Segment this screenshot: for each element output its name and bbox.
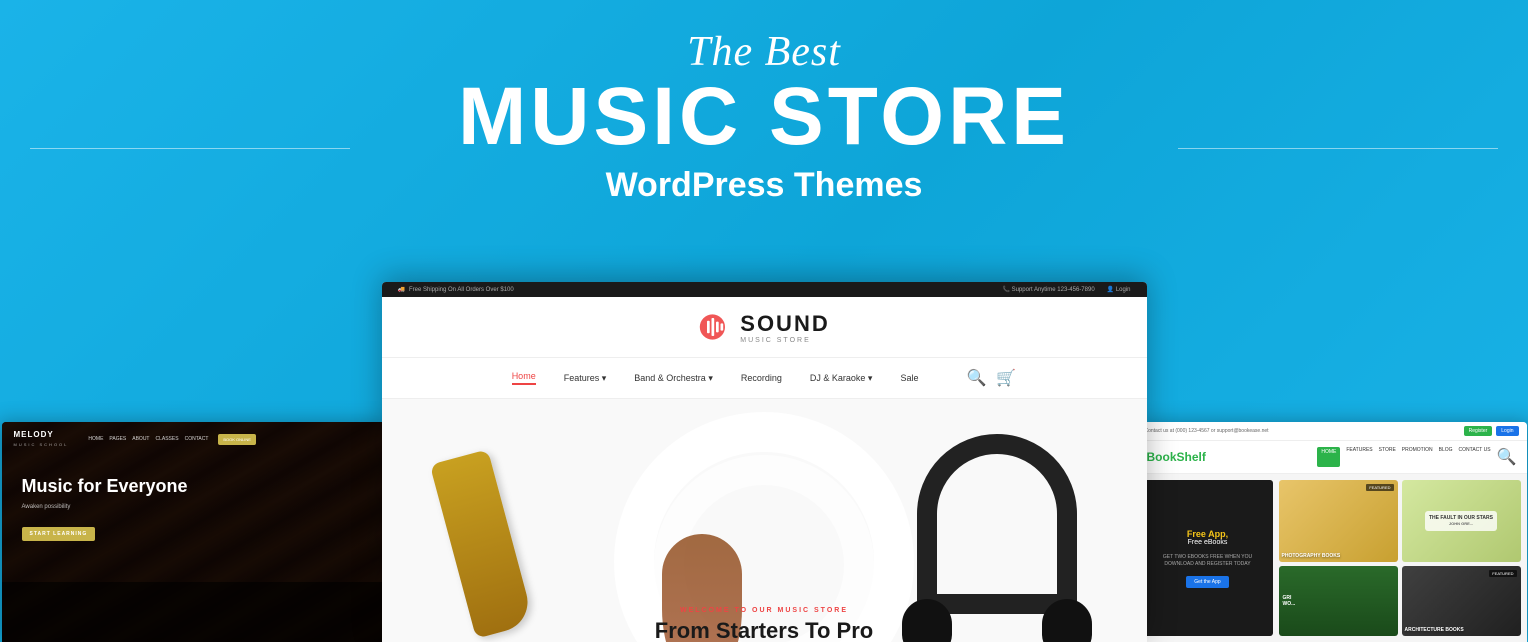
bs-book1-label: FEATURED	[1366, 484, 1393, 491]
the-best-text: The Best	[0, 28, 1528, 76]
sound-nav-home[interactable]: Home	[512, 371, 536, 385]
bs-hero-desc: GET TWO EBOOKS FREE WHEN YOU DOWNLOAD AN…	[1151, 554, 1265, 568]
melody-nav-about[interactable]: ABOUT	[132, 436, 149, 442]
bs-book1-title: PHOTOGRAPHY BOOKS	[1279, 550, 1344, 562]
bs-book3-title: ARCHITECTURE BOOKS	[1402, 624, 1467, 636]
bs-book-green-world: GRIWO...	[1279, 566, 1398, 636]
bs-search-icon[interactable]: 🔍	[1497, 447, 1517, 467]
hero-text-center: WELCOME TO OUR MUSIC STORE From Starters…	[655, 607, 873, 642]
sound-logo-text-block: SOUND MUSIC STORE	[740, 311, 829, 344]
sound-logo-subtext: MUSIC STORE	[740, 337, 829, 344]
bs-book3-label: FEATURED	[1489, 570, 1516, 577]
bookshelf-logo: BookShelf	[1147, 450, 1206, 464]
melody-nav-classes[interactable]: CLASSES	[156, 436, 179, 442]
bs-free-app-text: Free App,	[1187, 529, 1228, 539]
headphones-area	[897, 424, 1097, 642]
saxophone-shape	[429, 449, 534, 638]
sound-nav-band[interactable]: Band & Orchestra ▾	[634, 373, 713, 384]
headphone-right-cup	[1042, 599, 1092, 642]
sound-nav-features[interactable]: Features ▾	[564, 373, 607, 384]
melody-hero-content: Music for Everyone Awaken possibility ST…	[2, 456, 392, 561]
bookshelf-hero: Free App, Free eBooks GET TWO EBOOKS FRE…	[1137, 474, 1527, 642]
bs-nav-contact[interactable]: CONTACT US	[1459, 447, 1491, 467]
melody-book-button[interactable]: BOOK ONLINE	[218, 434, 256, 445]
screenshot-sound: 🚚 Free Shipping On All Orders Over $100 …	[382, 282, 1147, 642]
sound-logo-icon	[698, 309, 734, 345]
bs-nav-promotion[interactable]: PROMOTION	[1402, 447, 1433, 467]
piano-silhouette	[2, 582, 392, 642]
bs-hero-left: Free App, Free eBooks GET TWO EBOOKS FRE…	[1143, 480, 1273, 636]
topbar-shipping: Free Shipping On All Orders Over $100	[409, 287, 514, 293]
sound-topbar-right: 📞 Support Anytime 123-456-7890 👤 Login	[1002, 286, 1130, 293]
melody-hero-desc: Awaken possibility	[22, 504, 372, 510]
melody-logo: MELODY MUSIC SCHOOL	[14, 430, 69, 448]
melody-navbar: MELODY MUSIC SCHOOL HOME PAGES ABOUT CLA…	[2, 422, 392, 456]
truck-icon: 🚚	[398, 286, 405, 293]
melody-nav-contact[interactable]: CONTACT	[185, 436, 209, 442]
phone-icon: 📞	[1002, 287, 1009, 293]
bs-books-grid: FEATURED PHOTOGRAPHY BOOKS THE FAULT IN …	[1279, 480, 1521, 636]
melody-hero-title: Music for Everyone	[22, 476, 372, 498]
hero-main-title: From Starters To Pro	[655, 618, 873, 642]
melody-cta-button[interactable]: START LEARNING	[22, 527, 96, 541]
topbar-support: 📞 Support Anytime 123-456-7890	[1002, 286, 1094, 293]
sound-nav-icons: 🔍 🛒	[966, 368, 1016, 388]
sound-nav-sale[interactable]: Sale	[900, 373, 918, 383]
wordpress-themes-subtitle: WordPress Themes	[0, 166, 1528, 205]
bs-cta-button[interactable]: Get the App	[1186, 576, 1228, 588]
hero-welcome-text: WELCOME TO OUR MUSIC STORE	[655, 607, 873, 614]
bs-nav-features[interactable]: FEATURES	[1346, 447, 1372, 467]
sound-nav-recording[interactable]: Recording	[741, 373, 782, 383]
melody-nav-home[interactable]: HOME	[88, 436, 103, 442]
bs-nav-home[interactable]: HOME	[1317, 447, 1340, 467]
bookshelf-topbar: Contact us at (000) 123-4567 or support@…	[1137, 422, 1527, 441]
saxophone-area	[432, 444, 552, 642]
sound-logo-name: SOUND	[740, 311, 829, 336]
headphone-band	[917, 434, 1077, 614]
sound-header: SOUND MUSIC STORE	[382, 297, 1147, 357]
melody-nav-pages[interactable]: PAGES	[109, 436, 126, 442]
bs-nav-blog[interactable]: BLOG	[1439, 447, 1453, 467]
bookshelf-topbar-right: Register Login	[1464, 426, 1519, 436]
user-icon: 👤	[1107, 287, 1114, 293]
sound-hero: WELCOME TO OUR MUSIC STORE From Starters…	[382, 399, 1147, 642]
music-store-title: MUSIC STORE	[0, 76, 1528, 158]
sound-logo: SOUND MUSIC STORE	[698, 309, 829, 345]
melody-nav-items: HOME PAGES ABOUT CLASSES CONTACT	[88, 436, 208, 442]
bookshelf-login-button[interactable]: Login	[1496, 426, 1518, 436]
screenshot-melody: MELODY MUSIC SCHOOL HOME PAGES ABOUT CLA…	[2, 422, 392, 642]
sound-navbar: Home Features ▾ Band & Orchestra ▾ Recor…	[382, 357, 1147, 399]
sound-nav-dj[interactable]: DJ & Karaoke ▾	[810, 373, 873, 384]
bookshelf-navbar: BookShelf HOME FEATURES STORE PROMOTION …	[1137, 441, 1527, 474]
screenshot-bookshelf: Contact us at (000) 123-4567 or support@…	[1137, 422, 1527, 642]
bookshelf-nav-items: HOME FEATURES STORE PROMOTION BLOG CONTA…	[1317, 447, 1516, 467]
sound-topbar: 🚚 Free Shipping On All Orders Over $100 …	[382, 282, 1147, 297]
headphone-left-cup	[902, 599, 952, 642]
bs-free-ebooks-text: Free eBooks	[1188, 539, 1228, 546]
search-icon[interactable]: 🔍	[966, 368, 986, 388]
screenshots-container: MELODY MUSIC SCHOOL HOME PAGES ABOUT CLA…	[0, 282, 1528, 642]
topbar-login[interactable]: 👤 Login	[1107, 286, 1131, 293]
bookshelf-register-button[interactable]: Register	[1464, 426, 1493, 436]
bs-book-photography: FEATURED PHOTOGRAPHY BOOKS	[1279, 480, 1398, 562]
melody-background: MELODY MUSIC SCHOOL HOME PAGES ABOUT CLA…	[2, 422, 392, 642]
bookshelf-contact: Contact us at (000) 123-4567 or support@…	[1145, 428, 1269, 434]
bs-book-architecture: FEATURED ARCHITECTURE BOOKS	[1402, 566, 1521, 636]
bs-book-john-green: THE FAULT IN OUR STARSJOHN GRE...	[1402, 480, 1521, 562]
sound-topbar-left: 🚚 Free Shipping On All Orders Over $100	[398, 286, 514, 293]
cart-icon[interactable]: 🛒	[996, 368, 1016, 388]
bs-nav-store[interactable]: STORE	[1379, 447, 1396, 467]
header-section: The Best MUSIC STORE WordPress Themes	[0, 0, 1528, 205]
